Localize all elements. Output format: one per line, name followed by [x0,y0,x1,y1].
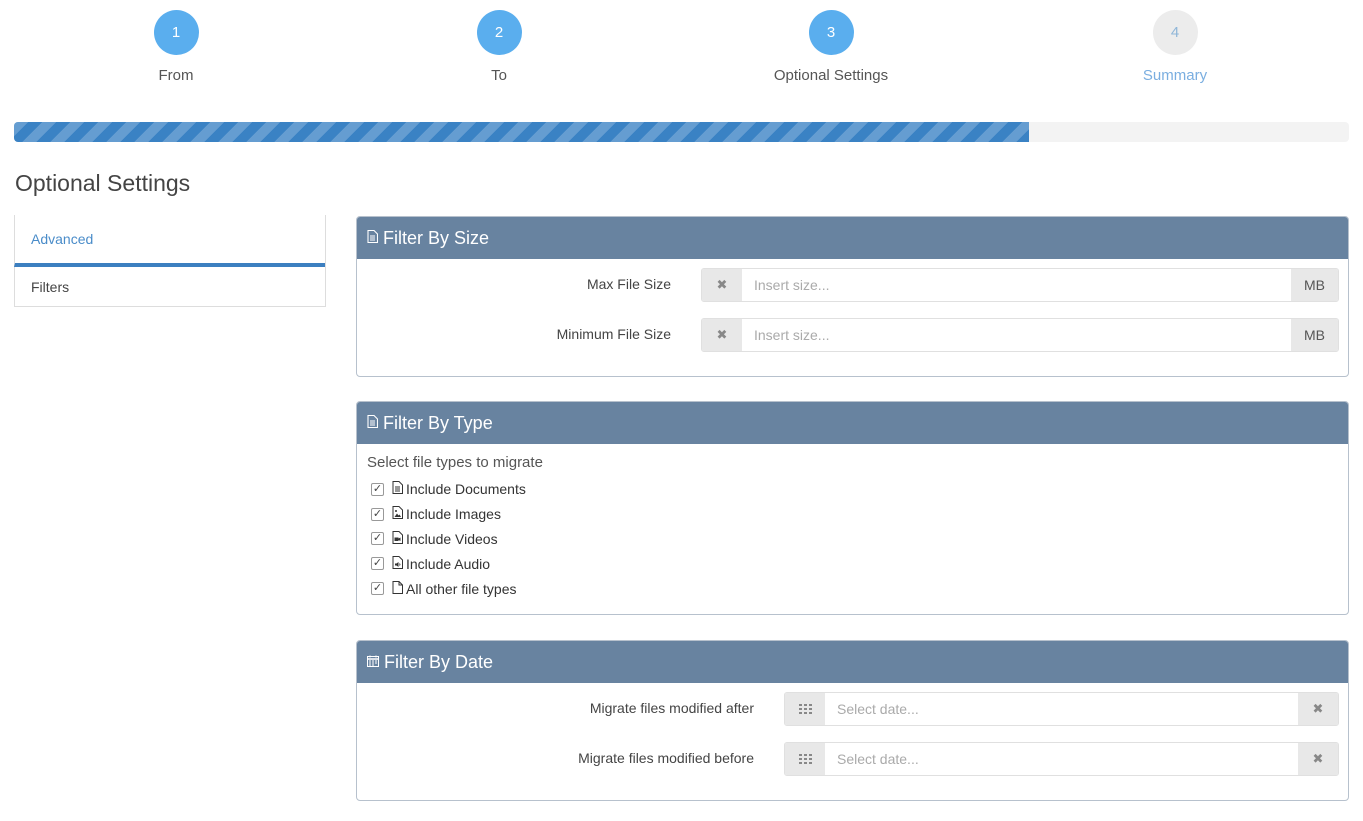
step-optional-settings[interactable]: 3 Optional Settings [741,10,921,84]
step-summary[interactable]: 4 Summary [1085,10,1265,84]
modified-before-group: ✖ [784,742,1339,776]
checkbox[interactable]: ✓ [371,507,384,521]
calendar-grid-icon[interactable] [785,743,825,775]
checkbox[interactable]: ✓ [371,482,384,496]
option-include-audio[interactable]: ✓ Include Audio [367,551,1338,576]
step-label: To [491,67,507,84]
panel-title: Filter By Date [384,651,494,672]
step-from[interactable]: 1 From [86,10,266,84]
filter-by-date-panel: Filter By Date Migrate files modified af… [356,640,1349,801]
panel-header: Filter By Size [357,217,1348,259]
max-file-size-input[interactable] [742,269,1291,301]
option-include-documents[interactable]: ✓ Include Documents [367,477,1338,502]
field-label: Migrate files modified after [589,700,754,716]
clear-icon[interactable]: ✖ [702,319,742,351]
option-include-videos[interactable]: ✓ Include Videos [367,527,1338,552]
min-file-size-input[interactable] [742,319,1291,351]
min-file-size-group: ✖ MB [701,318,1339,352]
panel-header: Filter By Date [357,641,1348,683]
panel-title: Filter By Type [383,412,493,433]
max-file-size-row: Max File Size ✖ MB [357,268,1348,302]
step-circle: 4 [1152,10,1198,55]
file-audio-icon [392,555,403,572]
modified-before-row: Migrate files modified before ✖ [357,742,1348,776]
modified-after-input[interactable] [825,693,1298,725]
step-circle: 2 [476,10,522,55]
step-label: Summary [1142,67,1208,84]
file-image-icon [392,506,403,522]
field-label: Migrate files modified before [578,750,754,766]
field-label: Max File Size [586,276,671,292]
step-label: From [158,67,194,84]
document-icon [367,414,379,431]
option-label: Include Documents [406,481,526,498]
filter-by-type-panel: Filter By Type Select file types to migr… [356,401,1349,615]
step-label: Optional Settings [773,67,889,84]
clear-icon[interactable]: ✖ [1298,693,1338,725]
step-circle: 1 [153,10,199,55]
wizard-steps: 1 From 2 To 3 Optional Settings 4 Summar… [0,0,1363,100]
option-label: All other file types [406,580,517,597]
type-hint: Select file types to migrate [367,454,543,471]
checkbox[interactable]: ✓ [371,532,384,546]
checkbox[interactable]: ✓ [371,557,384,571]
option-label: Include Videos [406,530,498,547]
settings-sidenav: Advanced Filters [14,215,326,307]
panel-title: Filter By Size [383,227,490,248]
field-label: Minimum File Size [556,326,671,342]
step-to[interactable]: 2 To [409,10,589,84]
progress-fill [14,122,1029,142]
file-blank-icon [392,580,403,597]
clear-icon[interactable]: ✖ [1298,743,1338,775]
panel-header: Filter By Type [357,402,1348,444]
clear-icon[interactable]: ✖ [702,269,742,301]
sidenav-item-advanced[interactable]: Advanced [14,215,325,267]
unit-label: MB [1291,269,1338,301]
min-file-size-row: Minimum File Size ✖ MB [357,318,1348,352]
wizard-progress-bar [14,122,1349,142]
filter-by-size-panel: Filter By Size Max File Size ✖ MB Minimu… [356,216,1349,377]
document-icon [367,229,379,246]
max-file-size-group: ✖ MB [701,268,1339,302]
calendar-icon [367,655,379,670]
option-label: Include Audio [406,555,491,572]
option-include-images[interactable]: ✓ Include Images [367,502,1338,527]
unit-label: MB [1291,319,1338,351]
file-text-icon [392,481,403,497]
modified-before-input[interactable] [825,743,1298,775]
page-title: Optional Settings [15,170,191,196]
option-label: Include Images [406,506,501,523]
modified-after-group: ✖ [784,692,1339,726]
step-circle: 3 [808,10,854,55]
checkbox[interactable]: ✓ [371,582,384,596]
option-all-other-file-types[interactable]: ✓ All other file types [367,576,1338,601]
modified-after-row: Migrate files modified after ✖ [357,692,1348,726]
file-video-icon [392,530,403,547]
calendar-grid-icon[interactable] [785,693,825,725]
sidenav-item-filters[interactable]: Filters [14,267,325,307]
